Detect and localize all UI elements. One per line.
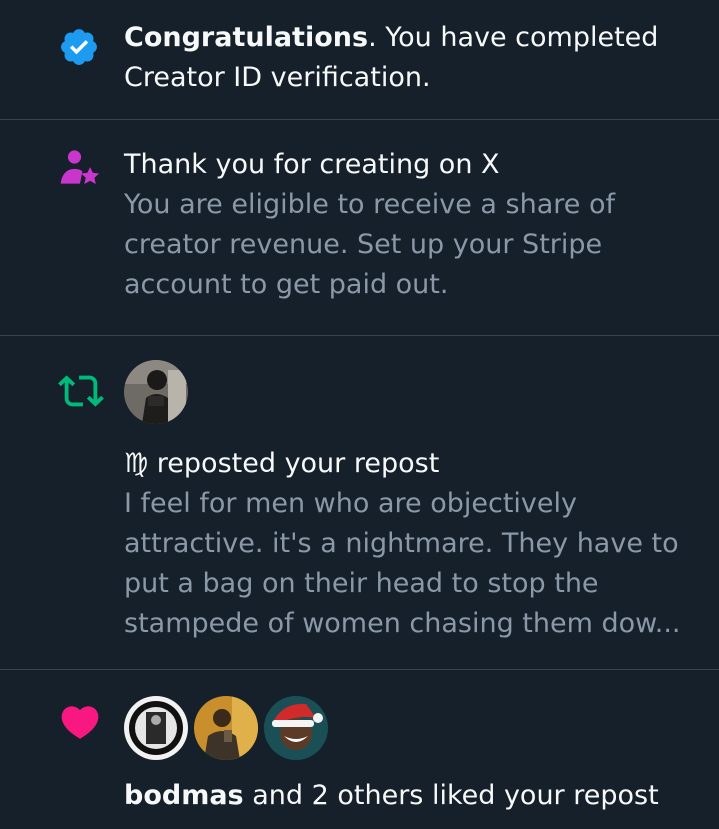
notification-creator-revenue[interactable]: Thank you for creating on X You are elig… (0, 120, 719, 336)
avatar[interactable] (124, 696, 188, 760)
notification-text: Congratulations. You have completed Crea… (124, 18, 699, 98)
heart-icon (58, 700, 102, 748)
notification-content: Thank you for creating on X You are elig… (124, 145, 699, 305)
notification-action: reposted your repost (148, 448, 440, 479)
notification-text: bodmas and 2 others liked your repost (124, 776, 699, 816)
repost-icon (58, 368, 104, 418)
notification-likes[interactable]: bodmas and 2 others liked your repost (0, 670, 719, 829)
notification-content: bodmas and 2 others liked your repost (124, 696, 699, 816)
notification-verification[interactable]: Congratulations. You have completed Crea… (0, 0, 719, 120)
notification-bold-text: Congratulations (124, 22, 369, 53)
verified-badge-icon (58, 26, 100, 72)
avatar[interactable] (124, 360, 188, 424)
avatar[interactable] (194, 696, 258, 760)
creator-star-person-icon (58, 146, 102, 194)
avatar-row (124, 696, 699, 760)
notification-action: and 2 others liked your repost (243, 780, 659, 811)
notification-text: ♍ reposted your repost (124, 444, 699, 484)
avatar[interactable] (264, 696, 328, 760)
notification-repost[interactable]: ♍ reposted your repost I feel for men wh… (0, 336, 719, 670)
notification-content: Congratulations. You have completed Crea… (124, 18, 699, 98)
user-name[interactable]: ♍ (124, 448, 148, 479)
notification-body: You are eligible to receive a share of c… (124, 189, 615, 300)
avatar-row (124, 360, 699, 424)
notification-content: ♍ reposted your repost I feel for men wh… (124, 360, 699, 644)
user-name[interactable]: bodmas (124, 780, 244, 811)
notification-title: Thank you for creating on X (124, 149, 500, 180)
repost-preview-text: I feel for men who are objectively attra… (124, 488, 681, 639)
